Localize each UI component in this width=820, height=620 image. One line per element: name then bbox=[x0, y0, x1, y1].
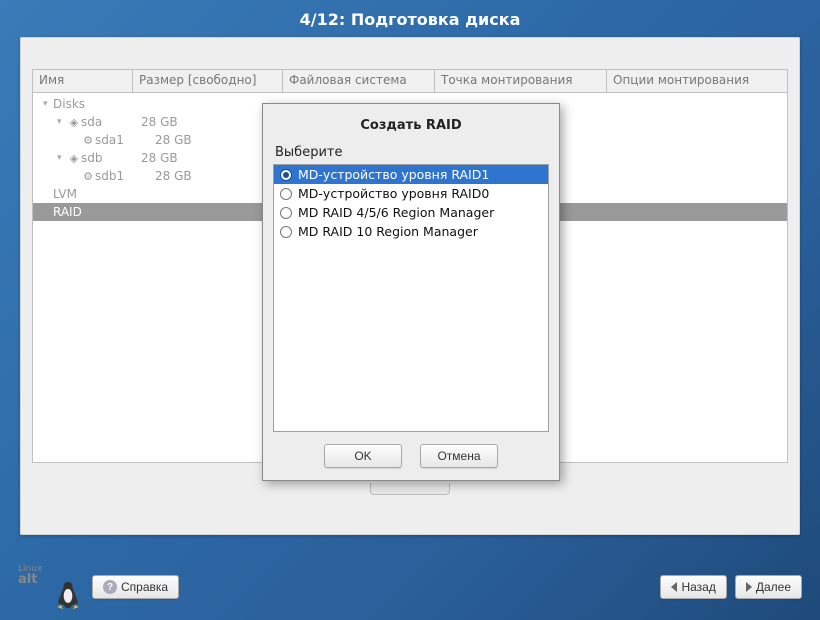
table-header: Имя Размер [свободно] Файловая система Т… bbox=[32, 69, 788, 93]
raid-type-listbox[interactable]: MD-устройство уровня RAID1 MD-устройство… bbox=[273, 164, 549, 432]
tree-item-name: sda bbox=[81, 115, 141, 129]
option-label: MD-устройство уровня RAID1 bbox=[298, 167, 489, 182]
page-title: 4/12: Подготовка диска bbox=[0, 0, 820, 37]
back-button[interactable]: Назад bbox=[660, 575, 726, 599]
help-icon: ? bbox=[103, 580, 117, 594]
col-mount[interactable]: Точка монтирования bbox=[435, 70, 607, 92]
partition-icon: ⚙ bbox=[81, 170, 95, 183]
tree-item-size: 28 GB bbox=[155, 133, 192, 147]
radio-icon bbox=[280, 207, 292, 219]
chevron-down-icon[interactable]: ▾ bbox=[57, 153, 67, 163]
tree-item-size: 28 GB bbox=[141, 115, 178, 129]
raid-option-raid1[interactable]: MD-устройство уровня RAID1 bbox=[274, 165, 548, 184]
option-label: MD-устройство уровня RAID0 bbox=[298, 186, 489, 201]
next-button[interactable]: Далее bbox=[735, 575, 802, 599]
dialog-title: Создать RAID bbox=[273, 112, 549, 143]
penguin-icon bbox=[54, 580, 82, 610]
chevron-down-icon[interactable]: ▾ bbox=[43, 99, 53, 109]
tree-item-name: sda1 bbox=[95, 133, 155, 147]
dialog-button-row: OK Отмена bbox=[273, 432, 549, 470]
cancel-button[interactable]: Отмена bbox=[420, 444, 498, 468]
footer: Linux alt ? Справка Назад Далее bbox=[18, 564, 802, 610]
tree-label: LVM bbox=[53, 187, 77, 201]
chevron-left-icon bbox=[671, 582, 677, 592]
option-label: MD RAID 10 Region Manager bbox=[298, 224, 478, 239]
tree-item-size: 28 GB bbox=[141, 151, 178, 165]
panel-handle bbox=[370, 483, 450, 495]
disk-icon: ◈ bbox=[67, 152, 81, 165]
partition-icon: ⚙ bbox=[81, 134, 95, 147]
tree-label: Disks bbox=[53, 97, 85, 111]
col-opts[interactable]: Опции монтирования bbox=[607, 70, 787, 92]
tree-label: RAID bbox=[53, 205, 82, 219]
col-name[interactable]: Имя bbox=[33, 70, 133, 92]
option-label: MD RAID 4/5/6 Region Manager bbox=[298, 205, 494, 220]
radio-icon bbox=[280, 188, 292, 200]
tree-item-size: 28 GB bbox=[155, 169, 192, 183]
back-label: Назад bbox=[681, 580, 715, 594]
raid-option-raid10[interactable]: MD RAID 10 Region Manager bbox=[274, 222, 548, 241]
raid-option-raid0[interactable]: MD-устройство уровня RAID0 bbox=[274, 184, 548, 203]
chevron-down-icon[interactable]: ▾ bbox=[57, 117, 67, 127]
col-fs[interactable]: Файловая система bbox=[283, 70, 435, 92]
radio-icon bbox=[280, 169, 292, 181]
help-label: Справка bbox=[121, 580, 168, 594]
dialog-choose-label: Выберите bbox=[273, 143, 549, 164]
chevron-right-icon bbox=[746, 582, 752, 592]
disk-icon: ◈ bbox=[67, 116, 81, 129]
tree-item-name: sdb1 bbox=[95, 169, 155, 183]
next-label: Далее bbox=[756, 580, 791, 594]
distro-logo: Linux alt bbox=[18, 564, 84, 610]
tree-item-name: sdb bbox=[81, 151, 141, 165]
create-raid-dialog: Создать RAID Выберите MD-устройство уров… bbox=[262, 103, 560, 481]
help-button[interactable]: ? Справка bbox=[92, 575, 179, 599]
col-size[interactable]: Размер [свободно] bbox=[133, 70, 283, 92]
ok-button[interactable]: OK bbox=[324, 444, 402, 468]
radio-icon bbox=[280, 226, 292, 238]
raid-option-raid456[interactable]: MD RAID 4/5/6 Region Manager bbox=[274, 203, 548, 222]
